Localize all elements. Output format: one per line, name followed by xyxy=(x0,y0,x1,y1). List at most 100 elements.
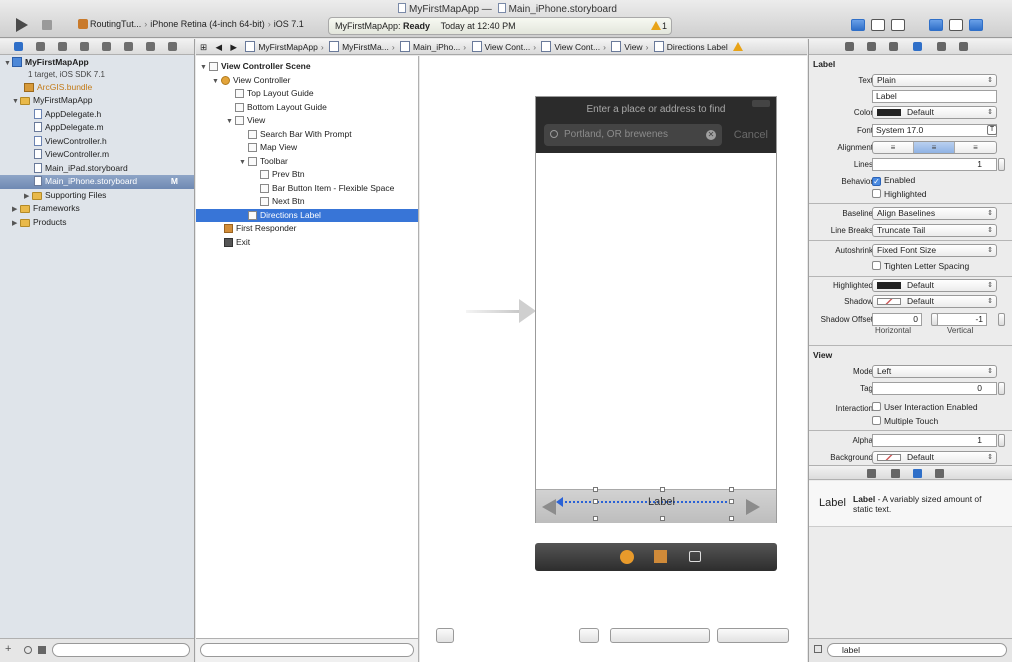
lines-field[interactable]: 1 xyxy=(872,158,997,171)
layout-buttons[interactable] xyxy=(610,628,710,643)
outline-item-selected[interactable]: Directions Label xyxy=(196,208,418,222)
object-library-icon[interactable] xyxy=(913,469,922,478)
resize-handle[interactable] xyxy=(660,487,665,492)
baseline-select[interactable]: Align Baselines xyxy=(872,207,997,220)
shadow-v-field[interactable]: -1 xyxy=(937,313,987,326)
text-field[interactable]: Label xyxy=(872,90,997,103)
autoshrink-select[interactable]: Fixed Font Size xyxy=(872,244,997,257)
view-controller-frame[interactable]: Enter a place or address to find Portlan… xyxy=(535,96,777,523)
crumb[interactable]: View Cont... xyxy=(541,39,600,54)
list-item[interactable]: ▶ Products xyxy=(0,216,194,230)
lines-stepper[interactable] xyxy=(998,158,1005,171)
crumb[interactable]: View xyxy=(611,39,642,54)
alpha-field[interactable]: 1 xyxy=(872,434,997,447)
highlighted-color-select[interactable]: Default xyxy=(872,279,997,292)
size-inspector-icon[interactable] xyxy=(937,42,946,51)
file-template-icon[interactable] xyxy=(867,469,876,478)
warning-icon[interactable] xyxy=(733,42,744,51)
toolbar-view[interactable]: Label xyxy=(536,487,776,523)
resize-handle[interactable] xyxy=(729,499,734,504)
navigator-toggle-icon[interactable] xyxy=(929,19,943,31)
outline-item[interactable]: Next Btn xyxy=(196,195,418,209)
list-item[interactable]: ▶ Supporting Files xyxy=(0,189,194,203)
linebreaks-select[interactable]: Truncate Tail xyxy=(872,224,997,237)
enabled-checkbox[interactable]: ✓ Enabled xyxy=(872,175,915,186)
navigator-filter-input[interactable] xyxy=(52,643,190,657)
font-picker-icon[interactable]: T xyxy=(987,125,997,135)
related-items-icon[interactable]: ⊞ xyxy=(200,42,207,52)
shadow-select[interactable]: Default xyxy=(872,295,997,308)
utilities-toggle-icon[interactable] xyxy=(969,19,983,31)
outline-item[interactable]: Prev Btn xyxy=(196,168,418,182)
mode-select[interactable]: Left xyxy=(872,365,997,378)
search-icon[interactable] xyxy=(58,42,67,51)
forward-icon[interactable]: ▶ xyxy=(230,42,237,52)
outline-item[interactable]: ▼ Toolbar xyxy=(196,155,418,169)
text-type-select[interactable]: Plain xyxy=(872,74,997,87)
view-controller-icon[interactable] xyxy=(620,550,634,564)
outline-item[interactable]: First Responder xyxy=(196,222,418,236)
search-field[interactable]: Portland, OR brewenes ✕ xyxy=(544,124,722,146)
crumb[interactable]: MyFirstMapApp xyxy=(245,39,318,54)
list-item[interactable]: ArcGIS.bundle xyxy=(0,81,194,95)
debug-toggle-icon[interactable] xyxy=(949,19,963,31)
breakpoint-icon[interactable] xyxy=(146,42,155,51)
align-left-icon[interactable]: ≡ xyxy=(873,142,914,153)
align-right-icon[interactable]: ≡ xyxy=(955,142,996,153)
resize-handle[interactable] xyxy=(593,487,598,492)
resize-handle[interactable] xyxy=(593,499,598,504)
alpha-stepper[interactable] xyxy=(998,434,1005,447)
list-item[interactable]: ▼ MyFirstMapApp xyxy=(0,94,194,108)
resize-handle[interactable] xyxy=(729,487,734,492)
shadow-h-field[interactable]: 0 xyxy=(872,313,922,326)
next-arrow-icon[interactable] xyxy=(746,499,760,515)
cancel-button[interactable]: Cancel xyxy=(734,129,768,141)
list-item[interactable]: AppDelegate.h xyxy=(0,108,194,122)
attributes-inspector-icon[interactable] xyxy=(913,42,922,51)
highlighted-checkbox[interactable]: Highlighted xyxy=(872,189,927,199)
tag-field[interactable]: 0 xyxy=(872,382,997,395)
zoom-buttons[interactable] xyxy=(717,628,789,643)
version-editor-icon[interactable] xyxy=(891,19,905,31)
media-library-icon[interactable] xyxy=(935,469,944,478)
outline-item[interactable]: Exit xyxy=(196,236,418,250)
folder-icon[interactable] xyxy=(14,42,23,51)
assistant-editor-icon[interactable] xyxy=(871,19,885,31)
clear-icon[interactable]: ✕ xyxy=(706,130,716,140)
crumb[interactable]: MyFirstMa... xyxy=(329,39,389,54)
run-icon[interactable] xyxy=(16,18,28,32)
outline-item[interactable]: Bottom Layout Guide xyxy=(196,101,418,115)
log-icon[interactable] xyxy=(168,42,177,51)
form-factor-button[interactable] xyxy=(579,628,599,643)
code-snippet-icon[interactable] xyxy=(891,469,900,478)
back-icon[interactable]: ◀ xyxy=(216,42,223,52)
test-icon[interactable] xyxy=(102,42,111,51)
font-field[interactable]: System 17.0 xyxy=(872,124,997,137)
outline-item[interactable]: Top Layout Guide xyxy=(196,87,418,101)
outline-item[interactable]: Search Bar With Prompt xyxy=(196,128,418,142)
list-item-selected[interactable]: Main_iPhone.storyboard M xyxy=(0,175,194,189)
tighten-checkbox[interactable]: Tighten Letter Spacing xyxy=(872,261,969,271)
warning-badge[interactable]: 1 xyxy=(650,21,667,31)
outline-item[interactable]: ▼ View Controller xyxy=(196,74,418,88)
file-inspector-icon[interactable] xyxy=(845,42,854,51)
crumb[interactable]: View Cont... xyxy=(472,39,531,54)
grid-view-icon[interactable] xyxy=(814,645,822,653)
align-center-icon[interactable]: ≡ xyxy=(914,142,955,153)
tag-stepper[interactable] xyxy=(998,382,1005,395)
list-item[interactable]: ViewController.m xyxy=(0,148,194,162)
project-row[interactable]: ▼ MyFirstMapApp xyxy=(0,56,194,70)
directions-label[interactable]: Label xyxy=(556,487,734,521)
shadow-v-stepper[interactable] xyxy=(998,313,1005,326)
first-responder-icon[interactable] xyxy=(654,550,667,563)
add-icon[interactable]: + xyxy=(5,643,11,655)
list-item[interactable]: AppDelegate.m xyxy=(0,121,194,135)
symbol-icon[interactable] xyxy=(36,42,45,51)
user-interaction-checkbox[interactable]: User Interaction Enabled xyxy=(872,402,978,412)
debug-icon[interactable] xyxy=(124,42,133,51)
issue-icon[interactable] xyxy=(80,42,89,51)
alignment-control[interactable]: ≡ ≡ ≡ xyxy=(872,141,997,154)
list-item[interactable]: Main_iPad.storyboard xyxy=(0,162,194,176)
resize-handle[interactable] xyxy=(593,516,598,521)
outline-item[interactable]: Bar Button Item - Flexible Space xyxy=(196,182,418,196)
